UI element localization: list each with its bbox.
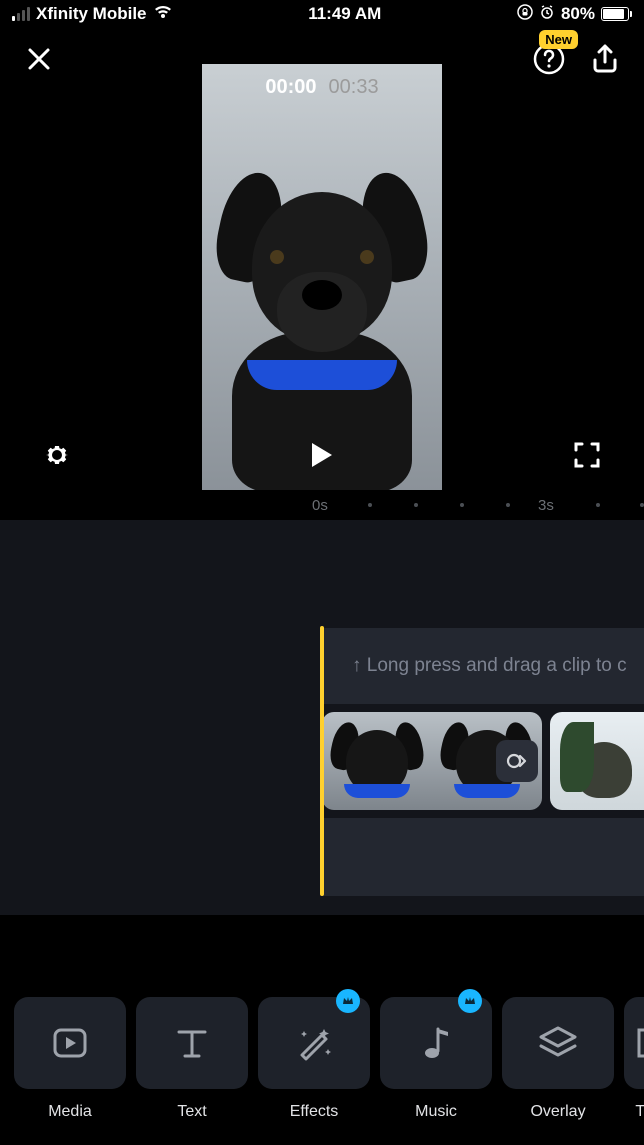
status-right: 80%: [517, 4, 632, 25]
bottom-toolbar: Media Text Effects Music Overlay: [0, 987, 644, 1145]
timeline-hint-lane: ↑ Long press and drag a clip to c: [322, 628, 644, 704]
status-left: Xfinity Mobile: [12, 4, 173, 25]
crown-icon: [342, 995, 354, 1007]
export-button[interactable]: [588, 42, 622, 76]
tool-effects[interactable]: Effects: [258, 997, 370, 1145]
ruler-tick: [506, 503, 510, 507]
close-icon: [26, 46, 52, 72]
title-icon: [633, 1024, 644, 1062]
play-button[interactable]: [305, 438, 339, 472]
clip-thumb: [550, 712, 644, 810]
premium-badge: [336, 989, 360, 1013]
empty-lane[interactable]: [322, 818, 644, 896]
music-icon: [418, 1023, 454, 1063]
alarm-icon: [539, 4, 555, 25]
clips-lane: [322, 712, 644, 810]
tool-text[interactable]: Text: [136, 997, 248, 1145]
tool-label: Text: [177, 1103, 206, 1121]
gear-icon: [42, 440, 72, 470]
overlay-icon: [537, 1022, 579, 1064]
transition-button[interactable]: [496, 740, 538, 782]
video-preview[interactable]: [202, 64, 442, 490]
fullscreen-icon: [574, 442, 600, 468]
play-icon: [309, 441, 335, 469]
battery-percent: 80%: [561, 4, 595, 24]
tool-title[interactable]: Tit: [624, 997, 644, 1145]
battery-icon: [601, 7, 632, 21]
timeline[interactable]: ↑ Long press and drag a clip to c: [0, 520, 644, 915]
settings-button[interactable]: [40, 438, 74, 472]
ruler-tick: [460, 503, 464, 507]
ruler-tick: [414, 503, 418, 507]
new-badge: New: [539, 30, 578, 49]
ruler-tick: [640, 503, 644, 507]
close-button[interactable]: [22, 42, 56, 76]
lock-rotation-icon: [517, 4, 533, 25]
ruler-tick: [368, 503, 372, 507]
premium-badge: [458, 989, 482, 1013]
wifi-icon: [153, 4, 173, 25]
effects-icon: [294, 1023, 334, 1063]
clip-thumb: [322, 712, 432, 810]
preview-content: [222, 152, 422, 472]
tool-overlay[interactable]: Overlay: [502, 997, 614, 1145]
tool-label: Overlay: [530, 1103, 585, 1121]
tool-label: Media: [48, 1103, 92, 1121]
ruler-tick: [596, 503, 600, 507]
clock: 11:49 AM: [308, 4, 381, 24]
fullscreen-button[interactable]: [570, 438, 604, 472]
clip-2[interactable]: [550, 712, 644, 810]
crown-icon: [464, 995, 476, 1007]
tool-label: Music: [415, 1103, 457, 1121]
ruler-mark-0: 0s: [312, 497, 328, 514]
preview-area: 00:00 00:33: [0, 28, 644, 490]
transition-icon: [506, 750, 528, 772]
playhead[interactable]: [320, 626, 324, 896]
tool-media[interactable]: Media: [14, 997, 126, 1145]
timeline-hint-text: ↑ Long press and drag a clip to c: [352, 655, 627, 677]
export-icon: [591, 44, 619, 74]
signal-icon: [12, 7, 30, 21]
media-icon: [49, 1022, 91, 1064]
tool-label: Effects: [290, 1103, 339, 1121]
clip-1[interactable]: [322, 712, 542, 810]
status-bar: Xfinity Mobile 11:49 AM 80%: [0, 0, 644, 28]
ruler-mark-1: 3s: [538, 497, 554, 514]
help-button[interactable]: New: [532, 42, 566, 76]
tool-label: Tit: [635, 1103, 644, 1121]
tool-music[interactable]: Music: [380, 997, 492, 1145]
time-ruler[interactable]: 0s 3s: [0, 490, 644, 520]
carrier-label: Xfinity Mobile: [36, 4, 147, 24]
top-bar: New: [0, 28, 644, 90]
text-icon: [173, 1024, 211, 1062]
